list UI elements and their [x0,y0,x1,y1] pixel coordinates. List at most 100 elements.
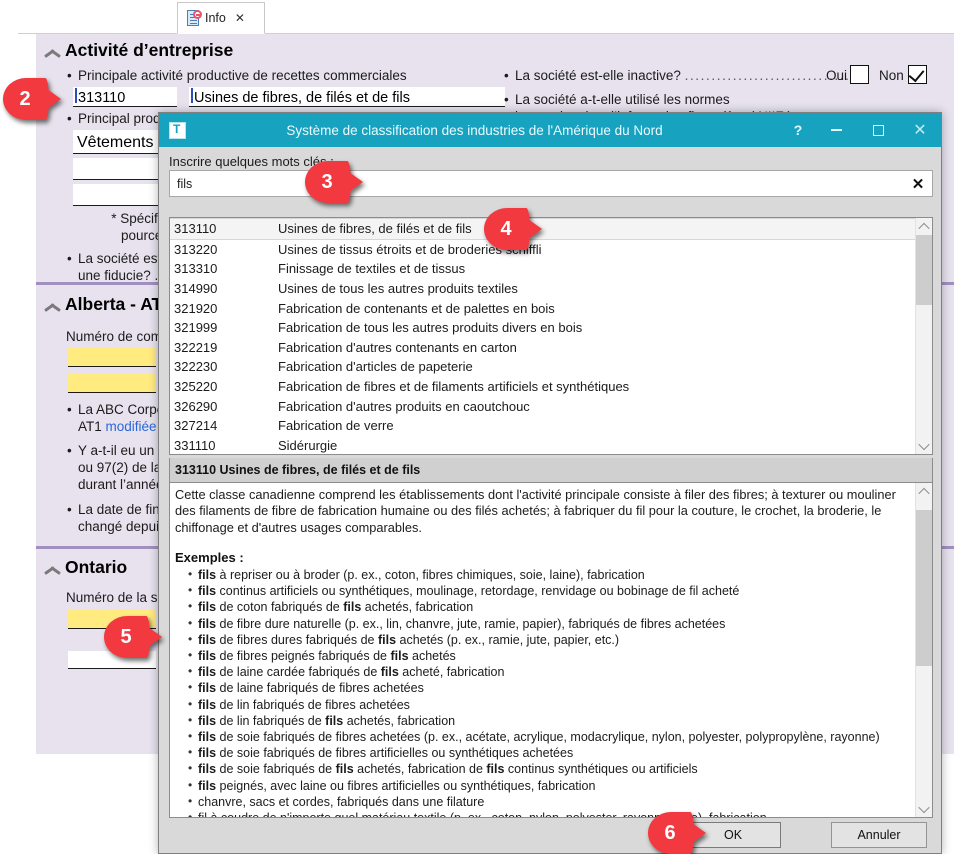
description-scrollbar[interactable] [915,483,932,817]
example-item: fils de soie fabriqués de fibres artific… [188,744,907,761]
list-scrollbar[interactable] [915,218,932,454]
list-item[interactable]: 331110 Sidérurgie [170,436,915,454]
list-item-desc: Finissage de textiles et de tissus [278,261,466,277]
selected-item-header-text: 313110 Usines de fibres, de filés et de … [175,463,421,477]
list-item[interactable]: 321999 Fabrication de tous les autres pro… [170,318,915,338]
example-item: fils de coton fabriqués de fils achetés,… [188,598,907,615]
list-item-code: 325220 [174,379,218,395]
example-item: chanvre, sacs et cordes, fabriqués dans … [188,793,907,810]
alberta-account-field-2[interactable] [68,373,156,393]
maximize-button[interactable] [857,113,899,147]
alberta-q3-line-2: changé depuis [78,519,166,534]
example-item: fils de fibre dure naturelle (p. ex., li… [188,614,907,632]
example-item: fil à coudre de n'importe quel matériau … [188,809,907,817]
checkbox-non[interactable] [908,65,927,84]
desc-scroll-down-icon[interactable] [916,800,932,817]
collapse-chevron-alberta[interactable] [44,302,61,312]
description-content: Cette classe canadienne comprend les éta… [170,483,915,817]
cancel-button[interactable]: Annuler [831,822,927,848]
list-item-code: 313220 [174,241,218,257]
section-title-activity: Activité d’entreprise [65,40,234,60]
list-item-desc: Fabrication d'autres produits en caoutch… [278,398,530,414]
minimize-button[interactable] [815,113,857,147]
product-value-1: Vêtements [77,134,154,151]
scroll-down-icon[interactable] [916,437,932,454]
example-item: fils à repriser ou à broder (p. ex., cot… [188,566,907,583]
alberta-account-field-1[interactable] [68,347,156,367]
example-item: fils de soie fabriqués de fibres achetée… [188,728,907,745]
list-item-code: 321920 [174,300,218,316]
list-item-desc: Sidérurgie [278,437,338,453]
list-item-desc: Fabrication de verre [278,418,394,434]
list-item-code: 321999 [174,320,218,336]
tab-strip: Info ✕ [0,0,954,34]
naics-desc-value: Usines de fibres, de filés et de fils [194,90,410,106]
list-item[interactable]: 325220 Fabrication de fibres et de filame… [170,377,915,397]
description-paragraph: Cette classe canadienne comprend les éta… [175,487,896,535]
list-item[interactable]: 313220 Usines de tissus étroits et de bro… [170,240,915,260]
no-label: Non [879,68,904,83]
description-panel[interactable]: Cette classe canadienne comprend les éta… [169,482,933,818]
example-item: fils continus artificiels ou synthétique… [188,582,907,599]
step-marker-5: 5 [104,616,162,658]
list-item-code: 327214 [174,418,218,434]
document-warning-icon [187,9,202,27]
list-item[interactable]: 313110 Usines de fibres, de filés et de f… [170,218,915,240]
collapse-chevron-activity[interactable] [44,48,61,58]
keyword-value: fils [177,176,193,191]
list-item[interactable]: 314990 Usines de tous les autres produits… [170,279,915,299]
list-item[interactable]: 322219 Fabrication d'autres contenants en… [170,338,915,358]
list-item-code: 314990 [174,281,218,297]
ifrs-question-line-1: • La société a-t-elle utilisé les normes [504,92,730,107]
scroll-up-icon[interactable] [916,218,932,235]
alberta-q2-line-3: durant l’année [78,477,164,492]
list-item[interactable]: 326290 Fabrication d'autres produits en c… [170,396,915,416]
example-item: fils de lin fabriqués de fibres achetées [188,696,907,713]
ontario-corp-label: Numéro de la soc [66,590,172,605]
alberta-q1-line-2: AT1 modifiée ? [78,419,168,434]
inactive-question: • La société est-elle inactive? .........… [504,68,872,83]
naics-results-list[interactable]: 313110 Usines de fibres, de filés et de f… [169,217,933,455]
list-item[interactable]: 313310 Finissage de textiles et de tissus [170,259,915,279]
text-caret [75,88,77,103]
app-icon [169,121,186,139]
list-scrollbar-thumb[interactable] [916,235,932,305]
list-item-code: 326290 [174,398,218,414]
help-button[interactable]: ? [781,113,815,147]
list-item-code: 313310 [174,261,218,277]
list-item-code: 331110 [174,437,216,453]
step-marker-6: 6 [648,812,706,854]
list-item-code: 313110 [174,221,217,237]
naics-results-rows: 313110 Usines de fibres, de filés et de f… [170,218,915,454]
list-item-desc: Fabrication d'autres contenants en carto… [278,339,517,355]
text-caret-2 [191,88,193,103]
example-item: fils de lin fabriqués de fils achetés, f… [188,712,907,729]
dialog-title: Système de classification des industries… [286,122,663,138]
naics-code-value: 313110 [78,90,126,106]
tab-info[interactable]: Info ✕ [177,2,265,34]
collapse-chevron-ontario[interactable] [44,565,61,575]
close-button[interactable]: ✕ [899,113,941,147]
list-item[interactable]: 322230 Fabrication d'articles de papeteri… [170,357,915,377]
list-item-code: 322230 [174,359,218,375]
amended-at1-link[interactable]: modifiée [106,419,157,434]
close-icon[interactable]: ✕ [235,12,245,24]
keyword-input[interactable]: fils ✕ [169,170,933,197]
yes-label: Oui [826,68,848,83]
list-item-desc: Usines de fibres, de filés et de fils [278,221,472,237]
clear-icon[interactable]: ✕ [904,175,932,193]
list-item[interactable]: 321920 Fabrication de contenants et de pa… [170,298,915,318]
example-item: fils de soie fabriqués de fils achetés, … [188,760,907,777]
desc-scroll-up-icon[interactable] [916,483,932,500]
example-item: fils de fibres dures fabriqués de fils a… [188,631,907,648]
selected-item-header: 313110 Usines de fibres, de filés et de … [169,458,933,482]
list-item[interactable]: 327214 Fabrication de verre [170,416,915,436]
list-item-desc: Usines de tous les autres produits texti… [278,281,518,297]
example-item: fils de laine fabriqués de fibres acheté… [188,679,907,696]
list-item-desc: Fabrication de fibres et de filaments ar… [278,379,630,395]
example-item: fils peignés, avec laine ou fibres artif… [188,777,907,794]
list-item-desc: Usines de tissus étroits et de broderies… [278,241,542,257]
description-scrollbar-thumb[interactable] [916,510,932,666]
step-marker-4: 4 [484,208,542,250]
checkbox-oui[interactable] [850,65,869,84]
